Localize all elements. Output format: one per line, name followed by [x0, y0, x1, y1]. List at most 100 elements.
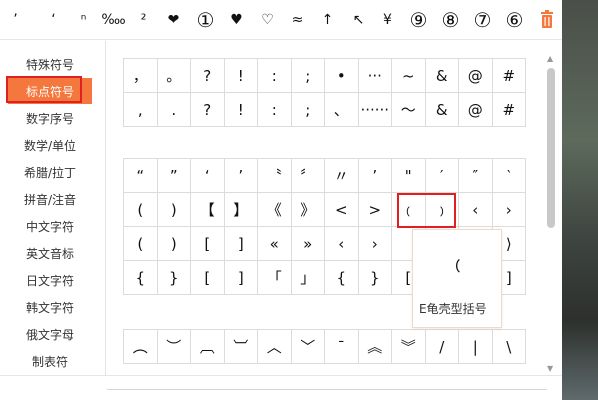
symbol-cell[interactable]: #: [491, 58, 526, 93]
symbol-cell[interactable]: ︹: [190, 329, 225, 364]
recent-symbol[interactable]: ⑧: [437, 0, 464, 40]
recent-symbol[interactable]: ①: [192, 0, 219, 40]
symbol-cell[interactable]: ′: [424, 158, 459, 193]
symbol-cell[interactable]: [: [190, 260, 225, 295]
symbol-cell[interactable]: ]: [223, 260, 258, 295]
symbol-cell[interactable]: ’: [223, 158, 258, 193]
symbol-cell[interactable]: !: [223, 92, 258, 127]
symbol-cell[interactable]: ]: [223, 226, 258, 261]
recent-symbol[interactable]: ¥: [374, 0, 401, 40]
category-item[interactable]: 俄文字母: [8, 321, 92, 347]
trash-icon[interactable]: [538, 10, 556, 30]
symbol-cell[interactable]: ︶: [156, 329, 191, 364]
category-item[interactable]: 特殊符号: [8, 51, 92, 77]
symbol-cell[interactable]: 〃: [324, 158, 359, 193]
category-item[interactable]: 英文音标: [8, 240, 92, 266]
symbol-cell[interactable]: ›: [357, 226, 392, 261]
symbol-cell[interactable]: ~: [391, 58, 426, 93]
symbol-cell[interactable]: ″: [458, 158, 493, 193]
symbol-cell[interactable]: ‹: [458, 192, 493, 227]
symbol-cell[interactable]: ’: [357, 158, 392, 193]
recent-symbol[interactable]: ≈: [284, 0, 311, 40]
category-item[interactable]: 日文字符: [8, 267, 92, 293]
symbol-cell[interactable]: :: [257, 92, 292, 127]
symbol-cell[interactable]: }: [357, 260, 392, 295]
symbol-cell[interactable]: 《: [257, 192, 292, 227]
symbol-cell[interactable]: ;: [290, 92, 325, 127]
symbol-cell[interactable]: 【: [190, 192, 225, 227]
scroll-thumb[interactable]: [547, 68, 555, 228]
symbol-cell[interactable]: &: [424, 92, 459, 127]
recent-symbol[interactable]: ♡: [254, 0, 281, 40]
category-item[interactable]: 拼音/注音: [8, 186, 92, 212]
symbol-cell[interactable]: ›: [491, 192, 526, 227]
symbol-cell[interactable]: ?: [190, 92, 225, 127]
recent-symbol[interactable]: ²: [130, 0, 157, 40]
symbol-cell[interactable]: @: [458, 58, 493, 93]
recent-symbol[interactable]: ’: [2, 0, 29, 40]
symbol-cell[interactable]: ，: [123, 58, 158, 93]
symbol-cell[interactable]: ,: [123, 92, 158, 127]
symbol-cell[interactable]: |: [458, 329, 493, 364]
category-item[interactable]: 制表符: [8, 348, 92, 374]
symbol-cell[interactable]: »: [290, 226, 325, 261]
category-item[interactable]: 希腊/拉丁: [8, 159, 92, 185]
symbol-cell[interactable]: ﹚: [424, 192, 459, 227]
symbol-cell[interactable]: ‘: [190, 158, 225, 193]
symbol-cell[interactable]: #: [491, 92, 526, 127]
symbol-cell[interactable]: ": [391, 158, 426, 193]
recent-symbol[interactable]: ⑨: [405, 0, 432, 40]
symbol-cell[interactable]: «: [257, 226, 292, 261]
symbol-cell[interactable]: ︿: [257, 329, 292, 364]
symbol-cell[interactable]: &: [424, 58, 459, 93]
recent-symbol[interactable]: ↑: [314, 0, 341, 40]
symbol-cell[interactable]: ): [156, 226, 191, 261]
symbol-cell[interactable]: (: [123, 226, 158, 261]
symbol-cell[interactable]: ‵: [491, 158, 526, 193]
scroll-down-arrow-icon[interactable]: ▼: [547, 364, 553, 373]
category-item[interactable]: 数学/单位: [8, 132, 92, 158]
recent-symbol[interactable]: ⑦: [469, 0, 496, 40]
scroll-up-arrow-icon[interactable]: ▲: [547, 54, 553, 63]
recent-symbol[interactable]: ‱: [100, 0, 127, 40]
symbol-cell[interactable]: .: [156, 92, 191, 127]
symbol-cell[interactable]: ;: [290, 58, 325, 93]
symbol-cell[interactable]: >: [357, 192, 392, 227]
symbol-cell[interactable]: 」: [290, 260, 325, 295]
symbol-cell[interactable]: [: [190, 226, 225, 261]
symbol-cell[interactable]: 〞: [290, 158, 325, 193]
symbol-cell[interactable]: 。: [156, 58, 191, 93]
category-item[interactable]: 中文字符: [8, 213, 92, 239]
symbol-cell[interactable]: ︾: [391, 329, 426, 364]
category-item[interactable]: 韩文字符: [8, 294, 92, 320]
symbol-cell[interactable]: 「: [257, 260, 292, 295]
symbol-cell[interactable]: ···: [357, 58, 392, 93]
recent-symbol[interactable]: ⁿ: [70, 0, 97, 40]
symbol-cell[interactable]: ～: [391, 92, 426, 127]
symbol-cell[interactable]: }: [156, 260, 191, 295]
symbol-cell[interactable]: ”: [156, 158, 191, 193]
symbol-cell[interactable]: 】: [223, 192, 258, 227]
symbol-cell[interactable]: ‹: [324, 226, 359, 261]
recent-symbol[interactable]: ⑥: [501, 0, 528, 40]
symbol-cell[interactable]: {: [123, 260, 158, 295]
symbol-cell[interactable]: 、: [324, 92, 359, 127]
symbol-cell[interactable]: @: [458, 92, 493, 127]
symbol-cell[interactable]: /: [424, 329, 459, 364]
symbol-cell[interactable]: <: [324, 192, 359, 227]
recent-symbol[interactable]: ↖: [345, 0, 372, 40]
symbol-cell[interactable]: :: [257, 58, 292, 93]
symbol-cell[interactable]: ︺: [223, 329, 258, 364]
symbol-cell[interactable]: ﹙: [391, 192, 426, 227]
symbol-cell[interactable]: ?: [190, 58, 225, 93]
symbol-cell[interactable]: ︽: [357, 329, 392, 364]
symbol-cell[interactable]: ): [156, 192, 191, 227]
symbol-cell[interactable]: ······: [357, 92, 392, 127]
symbol-cell[interactable]: •: [324, 58, 359, 93]
recent-symbol[interactable]: ❤: [160, 0, 187, 40]
symbol-cell[interactable]: ﹀: [290, 329, 325, 364]
symbol-cell[interactable]: “: [123, 158, 158, 193]
symbol-cell[interactable]: \: [491, 329, 526, 364]
symbol-cell[interactable]: (: [123, 192, 158, 227]
symbol-cell[interactable]: ˉ: [324, 329, 359, 364]
